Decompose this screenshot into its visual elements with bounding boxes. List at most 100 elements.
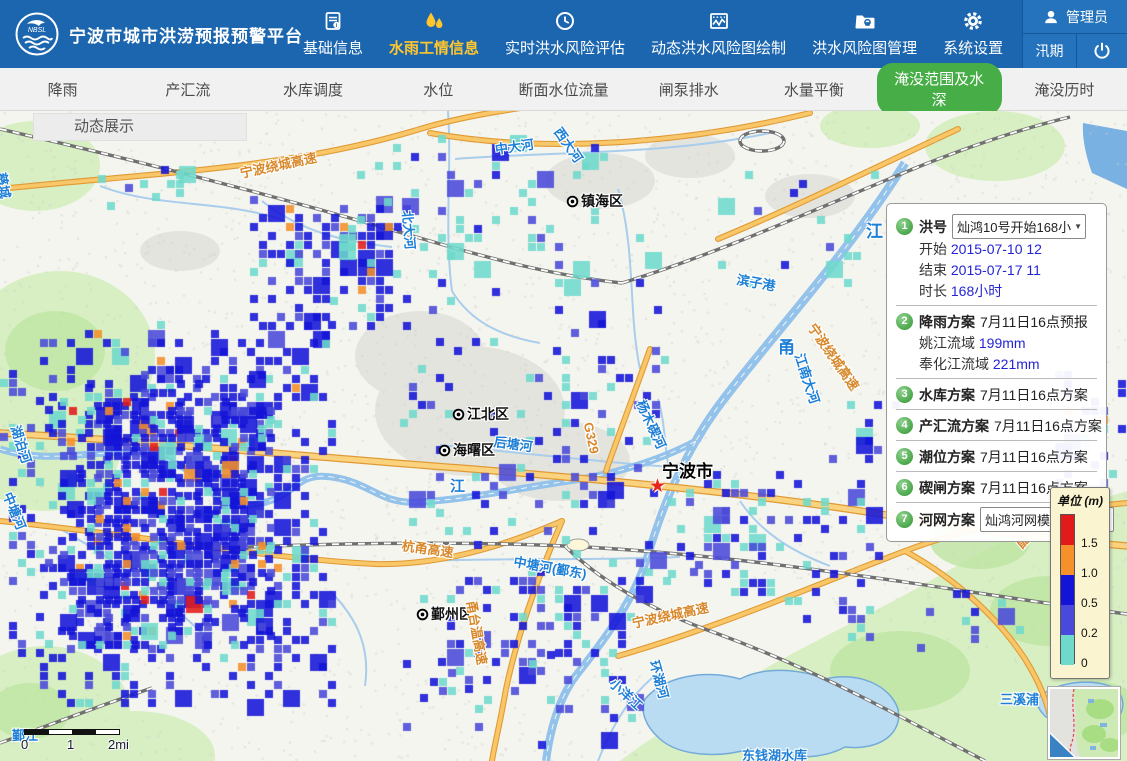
nav-item-basic-info[interactable]: i 基础信息 (290, 0, 376, 68)
sub-value: 199mm (979, 335, 1026, 351)
step-badge: 3 (896, 386, 913, 403)
legend-tick: 1.0 (1081, 566, 1098, 580)
map-label-river: 三溪浦 (1000, 689, 1039, 708)
map-label-river: 东钱湖水库 (742, 745, 807, 761)
chevron-down-icon: ▼ (1074, 222, 1082, 231)
tab-runoff[interactable]: 产汇流 (125, 74, 250, 105)
tab-water-balance[interactable]: 水量平衡 (751, 74, 876, 105)
sub-label: 开始 (919, 241, 947, 257)
user-name: 管理员 (1066, 7, 1108, 27)
app-header: NBSL 宁波市城市洪涝预报预警平台 i 基础信息 水雨工情信息 实时洪水风险评… (0, 0, 1127, 68)
map-label-river: 江 (866, 217, 883, 242)
logout-button[interactable] (1077, 34, 1127, 68)
user-panel: 管理员 汛期 (1022, 0, 1127, 68)
map-label-city: 宁波市 (662, 457, 713, 482)
legend-tick: 0.5 (1081, 596, 1098, 610)
legend-tick: 0.2 (1081, 626, 1098, 640)
step-badge: 1 (896, 218, 913, 235)
dynamic-display-button[interactable]: 动态展示 (33, 113, 247, 141)
tab-inundation-extent-depth[interactable]: 淹没范围及水深 (877, 63, 1002, 115)
chart-icon (708, 7, 730, 35)
district-bullseye-icon (452, 408, 465, 421)
power-icon (1092, 41, 1112, 61)
nav-label: 洪水风险图管理 (812, 37, 917, 58)
sub-value: 168小时 (951, 283, 1002, 299)
section-label: 碶闸方案 (919, 478, 975, 498)
map-label-river: 北大河 (399, 210, 421, 251)
legend-colorbar (1060, 514, 1075, 664)
scheme-select[interactable]: 灿鸿10号开始168小▼ (952, 214, 1086, 239)
nav-item-flood-map-management[interactable]: 洪水风险图管理 (799, 0, 930, 68)
legend-title: 单位 (m) (1051, 492, 1109, 509)
tab-gate-pump-drainage[interactable]: 闸泵排水 (626, 74, 751, 105)
section-label: 河网方案 (919, 510, 975, 530)
logo-text: NBSL (28, 27, 46, 34)
document-icon: i (322, 7, 344, 35)
gear-icon (962, 7, 984, 35)
section-label: 降雨方案 (919, 312, 975, 332)
nav-label: 实时洪水风险评估 (505, 37, 625, 58)
main-nav: i 基础信息 水雨工情信息 实时洪水风险评估 动态洪水风险图绘制 (290, 0, 1016, 68)
sub-label: 时长 (919, 283, 947, 299)
tab-inundation-duration[interactable]: 淹没历时 (1002, 74, 1127, 105)
raindrops-icon (423, 7, 445, 35)
nav-item-dynamic-flood-map[interactable]: 动态洪水风险图绘制 (638, 0, 799, 68)
map-viewport[interactable]: 动态展示 镇海区江北区海曙区鄞州区宁波市★中大河西大河北大河滨子港甬江江后塘河江… (0, 111, 1127, 761)
logo-area: NBSL 宁波市城市洪涝预报预警平台 (0, 0, 290, 68)
scalebar: 0 1 2mi (24, 729, 164, 735)
map-label-district: 镇海区 (566, 191, 623, 211)
nav-item-realtime-flood-risk[interactable]: 实时洪水风险评估 (492, 0, 638, 68)
section-label: 潮位方案 (919, 447, 975, 467)
section-label: 洪号 (919, 217, 947, 237)
overview-minimap[interactable] (1048, 687, 1120, 759)
map-label-star: ★ (649, 475, 666, 498)
scheme-value: 7月11日16点方案 (980, 447, 1088, 467)
step-badge: 4 (896, 417, 913, 434)
nav-item-system-settings[interactable]: 系统设置 (930, 0, 1016, 68)
step-badge: 6 (896, 479, 913, 496)
sub-tabbar: 降雨 产汇流 水库调度 水位 断面水位流量 闸泵排水 水量平衡 淹没范围及水深 … (0, 68, 1127, 111)
tab-water-level[interactable]: 水位 (376, 74, 501, 105)
map-label-river: 江 (450, 475, 465, 496)
step-badge: 5 (896, 448, 913, 465)
sub-label: 奉化江流域 (919, 356, 989, 372)
page-title: 宁波市城市洪涝预报预警平台 (69, 22, 303, 47)
sub-value: 2015-07-10 12 (951, 241, 1042, 257)
scalebar-label: 1 (67, 737, 74, 752)
nav-label: 水雨工情信息 (389, 37, 479, 58)
step-badge: 7 (896, 511, 913, 528)
sub-value: 2015-07-17 11 (951, 262, 1041, 278)
depth-legend: 单位 (m) 1.5 1.0 0.5 0.2 0 (1050, 487, 1110, 679)
sub-label: 姚江流域 (919, 335, 975, 351)
tab-reservoir-dispatch[interactable]: 水库调度 (250, 74, 375, 105)
sub-value: 221mm (993, 356, 1040, 372)
app-logo: NBSL (14, 11, 60, 57)
scalebar-label: 0 (21, 737, 28, 752)
section-label: 产汇流方案 (919, 416, 989, 436)
scalebar-label: 2mi (108, 737, 129, 752)
legend-tick: 1.5 (1081, 536, 1098, 550)
scheme-value: 7月11日16点预报 (980, 312, 1088, 332)
tab-rainfall[interactable]: 降雨 (0, 74, 125, 105)
legend-tick: 0 (1081, 656, 1088, 670)
nav-label: 系统设置 (943, 37, 1003, 58)
sub-label: 结束 (919, 262, 947, 278)
scalebar-bar (24, 729, 120, 735)
clock-icon (554, 7, 576, 35)
nav-item-water-rain-info[interactable]: 水雨工情信息 (376, 0, 492, 68)
district-bullseye-icon (566, 195, 579, 208)
map-label-district: 海曙区 (438, 440, 495, 460)
scheme-value: 7月11日16点方案 (994, 416, 1102, 436)
nav-label: 动态洪水风险图绘制 (651, 37, 786, 58)
scheme-value: 7月11日16点方案 (980, 385, 1088, 405)
folder-lock-icon (854, 7, 876, 35)
map-label-district: 江北区 (452, 404, 509, 424)
district-bullseye-icon (438, 444, 451, 457)
district-bullseye-icon (416, 608, 429, 621)
tab-section-level-flow[interactable]: 断面水位流量 (501, 74, 626, 105)
user-menu[interactable]: 管理员 (1023, 0, 1127, 34)
nav-label: 基础信息 (303, 37, 363, 58)
season-mode-button[interactable]: 汛期 (1023, 34, 1077, 68)
minimap-content (1050, 689, 1118, 757)
step-badge: 2 (896, 313, 913, 330)
